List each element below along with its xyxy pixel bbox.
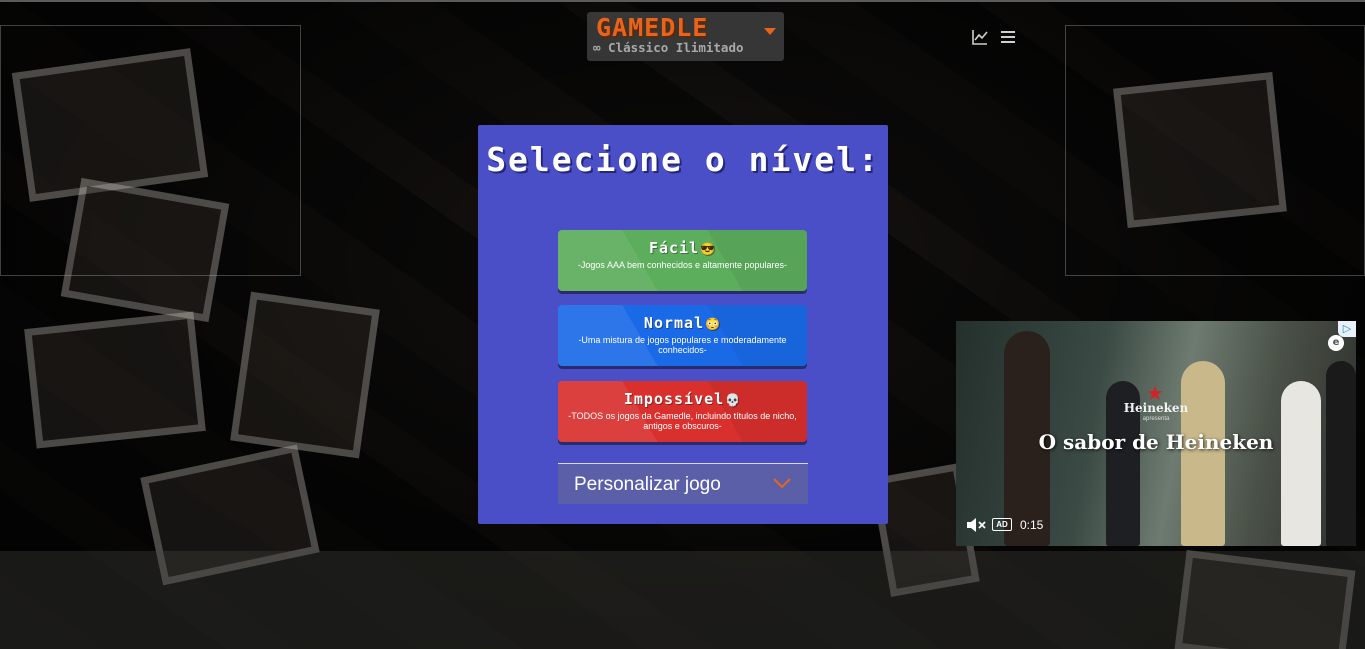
mode-subtitle: ∞ Clássico Ilimitado (593, 40, 744, 55)
ad-slot-left[interactable] (0, 25, 301, 276)
top-border (0, 0, 1365, 2)
level-select-modal: Selecione o nível: Fácil😎 -Jogos AAA bem… (478, 125, 888, 524)
level-name: Impossível💀 (558, 390, 807, 408)
level-name: Normal😳 (558, 314, 807, 332)
flushed-face-emoji-icon: 😳 (705, 317, 722, 331)
ad-slot-right[interactable] (1065, 25, 1365, 276)
ad-figure (1281, 381, 1321, 546)
ad-brand: Heineken (1123, 401, 1189, 415)
skull-emoji-icon: 💀 (725, 393, 742, 407)
background-poster (230, 291, 380, 459)
bottom-band (0, 551, 1365, 649)
level-description: -Uma mistura de jogos populares e modera… (578, 335, 787, 355)
ad-badge: AD (992, 518, 1012, 531)
sunglasses-emoji-icon: 😎 (700, 242, 717, 256)
level-easy-button[interactable]: Fácil😎 -Jogos AAA bem conhecidos e altam… (558, 230, 807, 291)
ad-brand-sub: apresenta (1142, 416, 1170, 422)
modal-title: Selecione o nível: (486, 140, 880, 179)
adchoices-icon[interactable]: ▷ (1338, 321, 1356, 337)
hamburger-menu-icon[interactable] (999, 28, 1017, 46)
logo-title: GAMEDLE (596, 13, 709, 42)
customize-label: Personalizar jogo (574, 474, 721, 495)
level-normal-button[interactable]: Normal😳 -Uma mistura de jogos populares … (558, 305, 807, 366)
customize-game-dropdown[interactable]: Personalizar jogo (558, 463, 808, 504)
level-impossible-button[interactable]: Impossível💀 -TODOS os jogos da Gamedle, … (558, 381, 807, 442)
gamedle-logo[interactable]: GAMEDLE ∞ Clássico Ilimitado (587, 12, 784, 61)
line-chart-icon[interactable] (971, 28, 989, 46)
level-description: -Jogos AAA bem conhecidos e altamente po… (577, 260, 788, 270)
caret-down-icon (764, 28, 776, 35)
level-name-text: Normal (643, 314, 705, 332)
muted-speaker-icon[interactable] (966, 517, 986, 533)
level-description: -TODOS os jogos da Gamedle, incluindo tí… (568, 411, 797, 431)
level-name-text: Impossível (623, 390, 725, 408)
level-name: Fácil😎 (558, 239, 807, 257)
background-poster (24, 311, 206, 449)
ad-info-icon[interactable]: e (1328, 335, 1344, 351)
chevron-down-icon (773, 478, 791, 489)
level-name-text: Fácil (648, 239, 700, 257)
ad-time-remaining: 0:15 (1020, 518, 1044, 532)
ad-headline: O sabor de Heineken (1038, 430, 1274, 454)
